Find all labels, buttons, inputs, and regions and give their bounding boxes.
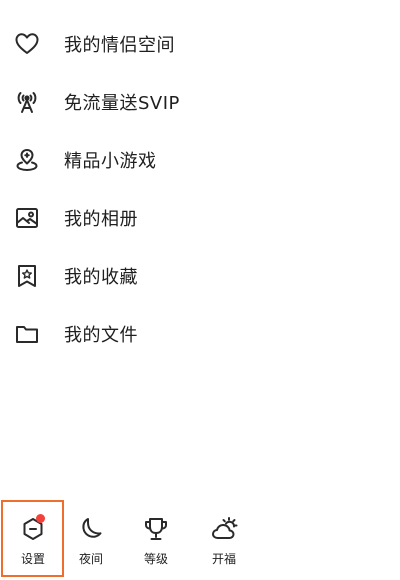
night-mode-button[interactable]: 夜间 <box>61 500 121 576</box>
menu-item-my-files[interactable]: 我的文件 <box>0 305 400 363</box>
folder-icon <box>13 320 41 348</box>
bookmark-star-icon <box>13 262 41 290</box>
level-button[interactable]: 等级 <box>126 500 186 576</box>
menu-item-label: 精品小游戏 <box>64 151 157 172</box>
trophy-icon <box>141 514 171 544</box>
notification-badge <box>36 514 45 523</box>
menu-item-label: 我的相册 <box>64 209 138 230</box>
menu-item-label: 我的收藏 <box>64 267 138 288</box>
menu-item-my-favorites[interactable]: 我的收藏 <box>0 247 400 305</box>
moon-icon <box>76 514 106 544</box>
sun-cloud-icon <box>209 514 239 544</box>
menu-item-my-album[interactable]: 我的相册 <box>0 189 400 247</box>
menu-item-label: 我的情侣空间 <box>64 35 175 56</box>
heart-icon <box>13 30 41 58</box>
night-mode-label: 夜间 <box>78 552 103 566</box>
menu-item-free-data-svip[interactable]: 免流量送SVIP <box>0 73 400 131</box>
menu-item-couple-space[interactable]: 我的情侣空间 <box>0 15 400 73</box>
photo-album-icon <box>13 204 41 232</box>
settings-button[interactable]: 设置 <box>3 500 63 576</box>
blessing-button[interactable]: 开福 <box>194 500 254 576</box>
menu-item-mini-games[interactable]: 精品小游戏 <box>0 131 400 189</box>
side-menu-list: 我的情侣空间 免流量送SVIP 精品小游戏 我的相册 我的收藏 我的文件 <box>0 15 400 363</box>
signal-tower-icon <box>13 88 41 116</box>
menu-item-label: 免流量送SVIP <box>64 93 180 114</box>
blessing-label: 开福 <box>211 552 236 566</box>
game-pin-icon <box>13 146 41 174</box>
settings-label: 设置 <box>20 552 45 566</box>
bottom-toolbar: 设置 夜间 等级 开福 <box>0 500 400 576</box>
menu-item-label: 我的文件 <box>64 325 138 346</box>
level-label: 等级 <box>143 552 168 566</box>
